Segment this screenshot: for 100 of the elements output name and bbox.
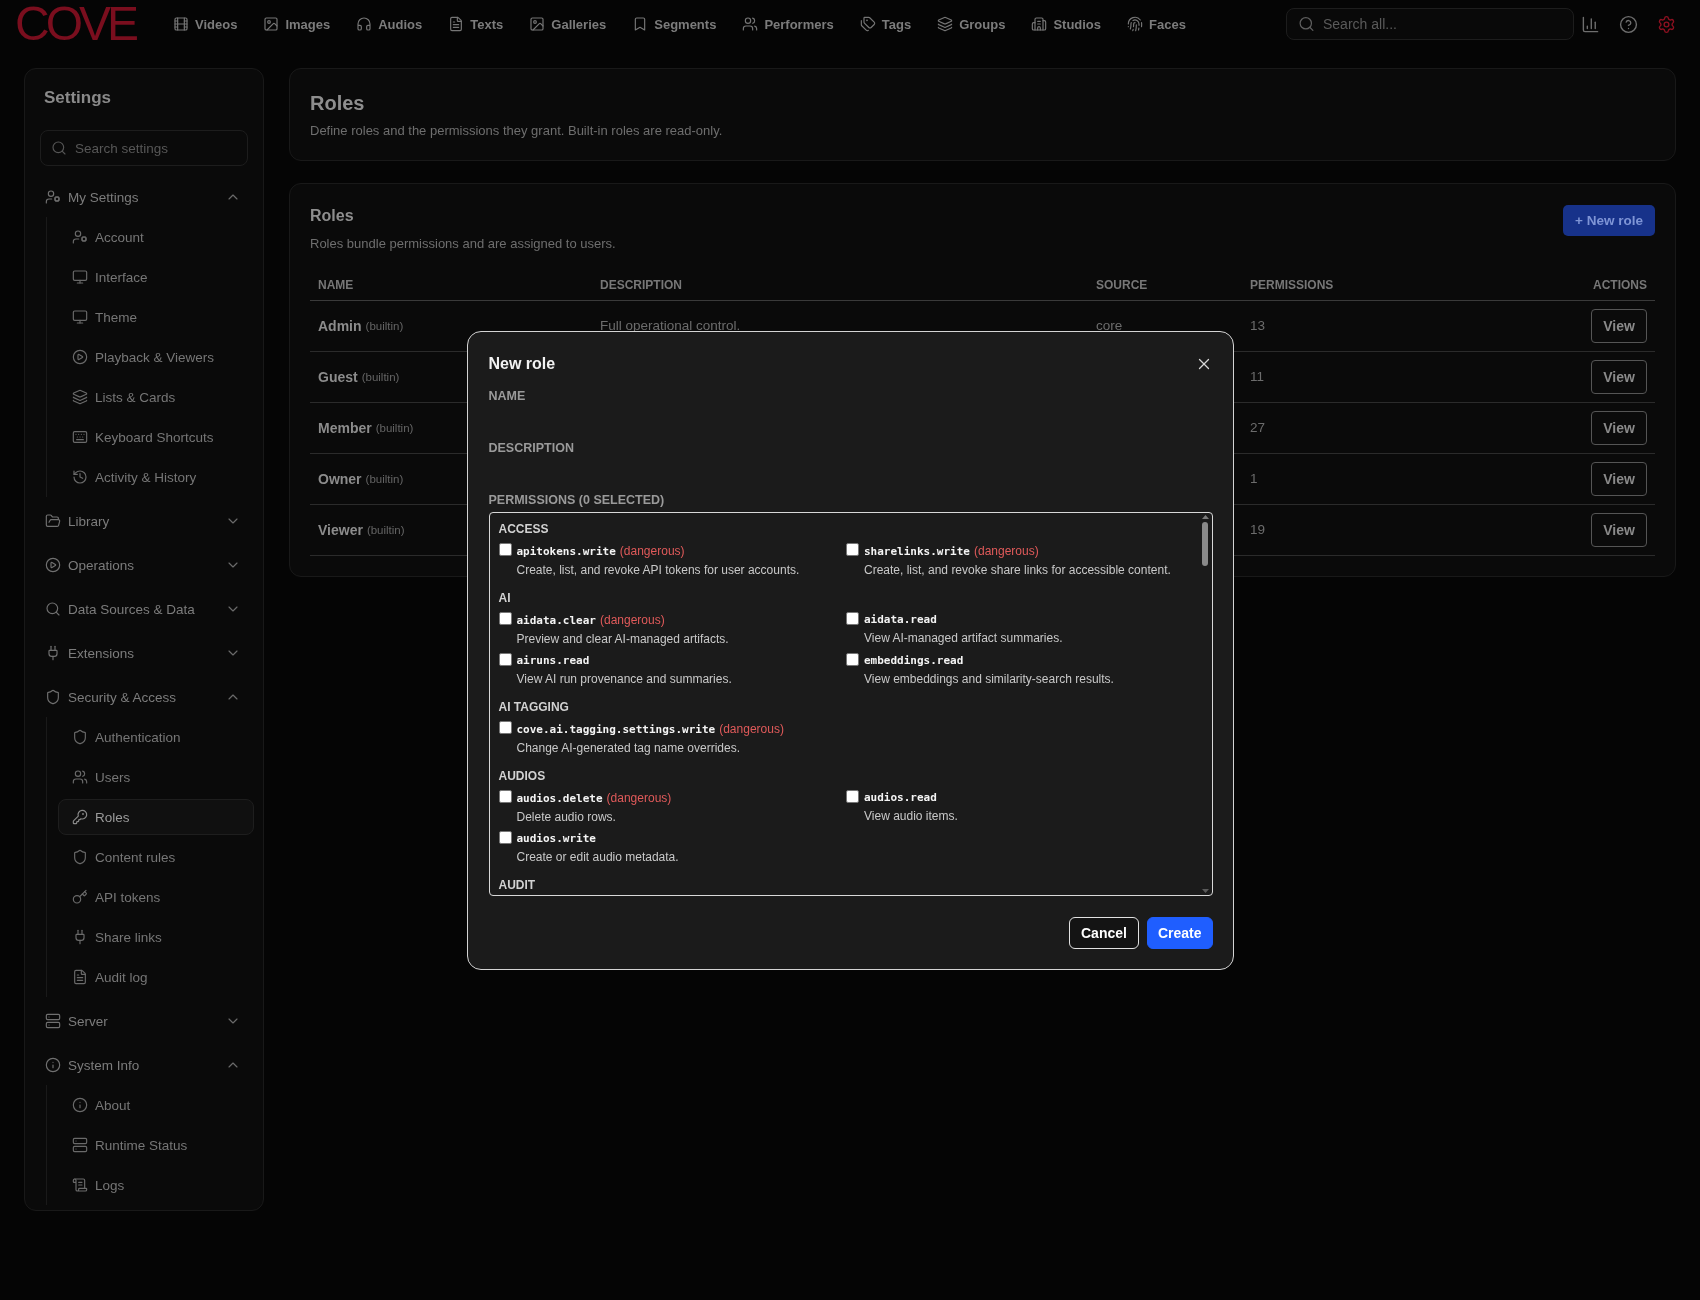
- nav-link[interactable]: Studios: [1031, 16, 1102, 32]
- permission-name: aidata.clear: [516, 612, 596, 629]
- create-button[interactable]: Create: [1146, 916, 1213, 949]
- plug-icon: [72, 929, 88, 945]
- cancel-button[interactable]: Cancel: [1069, 916, 1139, 949]
- sidebar-item[interactable]: Lists & Cards: [58, 379, 254, 415]
- table-cell: Full operational control.: [600, 318, 741, 334]
- column-header: PERMISSIONS: [1250, 276, 1334, 293]
- builtin-label: (builtin): [366, 523, 405, 538]
- scrollbar-thumb[interactable]: [1202, 521, 1208, 566]
- sidebar-title: Settings: [43, 87, 113, 109]
- nav-link[interactable]: Faces: [1127, 16, 1186, 32]
- field-label: PERMISSIONS (0 SELECTED): [488, 491, 666, 508]
- permission-description: Create, list, and revoke share links for accessible content.: [864, 561, 1171, 579]
- sidebar-group[interactable]: Security & Access: [40, 677, 248, 717]
- sidebar-item[interactable]: Account: [58, 219, 254, 255]
- server-icon: [45, 1013, 61, 1029]
- role-name: Member: [318, 420, 372, 436]
- page-subtitle: Define roles and the permissions they grant. Built-in roles are read-only.: [310, 122, 724, 140]
- sidebar-item[interactable]: Content rules: [58, 839, 254, 875]
- role-name: Owner: [318, 471, 362, 487]
- view-button[interactable]: View: [1591, 411, 1647, 445]
- sidebar-item[interactable]: Playback & Viewers: [58, 339, 254, 375]
- nav-link[interactable]: Texts: [448, 16, 504, 32]
- sidebar-item[interactable]: Share links: [58, 919, 254, 955]
- nav-link[interactable]: Galleries: [529, 16, 607, 32]
- checkbox[interactable]: [846, 789, 859, 803]
- sidebar-item[interactable]: Runtime Status: [58, 1127, 254, 1163]
- checkbox[interactable]: [846, 542, 859, 556]
- column-header: ACTIONS: [1593, 276, 1647, 293]
- sidebar-group[interactable]: Library: [40, 501, 248, 541]
- sidebar-item[interactable]: About: [58, 1087, 254, 1123]
- permission-description: View embeddings and similarity-search results.: [864, 670, 1114, 688]
- sidebar-group[interactable]: Server: [40, 1001, 248, 1041]
- column-header: NAME: [318, 276, 354, 293]
- folder-icon: [45, 513, 61, 529]
- sidebar-item[interactable]: Roles: [58, 799, 254, 835]
- sidebar-item[interactable]: API tokens: [58, 879, 254, 915]
- checkbox[interactable]: [498, 830, 512, 844]
- checkbox[interactable]: [498, 789, 512, 803]
- image-icon: [529, 16, 546, 32]
- building-icon: [1031, 16, 1048, 32]
- permission-name: embeddings.read: [864, 652, 964, 669]
- view-button[interactable]: View: [1591, 462, 1647, 496]
- help-icon[interactable]: [1618, 14, 1638, 34]
- table-cell: 11: [1250, 369, 1264, 385]
- permission-description: View audio items.: [864, 807, 958, 825]
- permission-group-heading: AUDIT: [498, 876, 537, 893]
- nav-link[interactable]: Audios: [356, 16, 423, 32]
- people-icon: [72, 769, 88, 785]
- sidebar-group[interactable]: My Settings: [40, 177, 248, 217]
- sidebar-item[interactable]: Users: [58, 759, 254, 795]
- magnifier-icon: [45, 601, 61, 617]
- view-button[interactable]: View: [1591, 309, 1647, 343]
- view-button[interactable]: View: [1591, 360, 1647, 394]
- sidebar-item[interactable]: Theme: [58, 299, 254, 335]
- checkbox[interactable]: [498, 542, 512, 556]
- new-role-button[interactable]: + New role: [1563, 205, 1655, 236]
- sidebar-item[interactable]: Activity & History: [58, 459, 254, 495]
- sidebar-item[interactable]: Authentication: [58, 719, 254, 755]
- fingerprint-icon: [1127, 16, 1144, 32]
- checkbox[interactable]: [498, 611, 512, 625]
- sidebar-item[interactable]: Keyboard Shortcuts: [58, 419, 254, 455]
- sidebar-group[interactable]: Extensions: [40, 633, 248, 673]
- search-field[interactable]: Search all...: [1286, 8, 1574, 40]
- checkbox[interactable]: [846, 611, 859, 625]
- scroll-down-arrow-icon[interactable]: [1201, 888, 1209, 893]
- sidebar-group[interactable]: System Info: [40, 1045, 248, 1085]
- nav-link[interactable]: Tags: [859, 16, 912, 32]
- view-button[interactable]: View: [1591, 513, 1647, 547]
- role-name: Admin: [318, 318, 362, 334]
- table-cell: core: [1096, 318, 1123, 334]
- bar-chart-icon[interactable]: [1580, 14, 1600, 34]
- permission-group-heading: ACCESS: [498, 520, 550, 537]
- nav-link[interactable]: Videos: [173, 16, 238, 32]
- headphones-icon: [356, 16, 373, 32]
- field-label: NAME: [488, 387, 527, 404]
- table-cell: 1: [1250, 471, 1258, 487]
- nav-link[interactable]: Performers: [742, 16, 834, 32]
- checkbox[interactable]: [846, 652, 859, 666]
- permission-name: audios.read: [864, 789, 937, 806]
- scroll-icon: [72, 1177, 88, 1193]
- sidebar-group[interactable]: Operations: [40, 545, 248, 585]
- sidebar-item[interactable]: Audit log: [58, 959, 254, 995]
- nav-link[interactable]: Images: [263, 16, 331, 32]
- search-field[interactable]: Search settings: [40, 130, 248, 166]
- nav-link[interactable]: Segments: [632, 16, 717, 32]
- permission-group-heading: AI TAGGING: [498, 698, 570, 715]
- role-name: Guest: [318, 369, 358, 385]
- permission-name: apitokens.write: [516, 543, 616, 560]
- search-icon: [1298, 15, 1315, 33]
- sidebar-item[interactable]: Interface: [58, 259, 254, 295]
- sidebar-item[interactable]: Logs: [58, 1167, 254, 1203]
- builtin-label: (builtin): [365, 319, 404, 334]
- info-icon: [72, 1097, 88, 1113]
- checkbox[interactable]: [498, 720, 512, 734]
- nav-link[interactable]: Groups: [937, 16, 1006, 32]
- sidebar-group[interactable]: Data Sources & Data: [40, 589, 248, 629]
- scroll-up-arrow-icon[interactable]: [1201, 514, 1209, 519]
- checkbox[interactable]: [498, 652, 512, 666]
